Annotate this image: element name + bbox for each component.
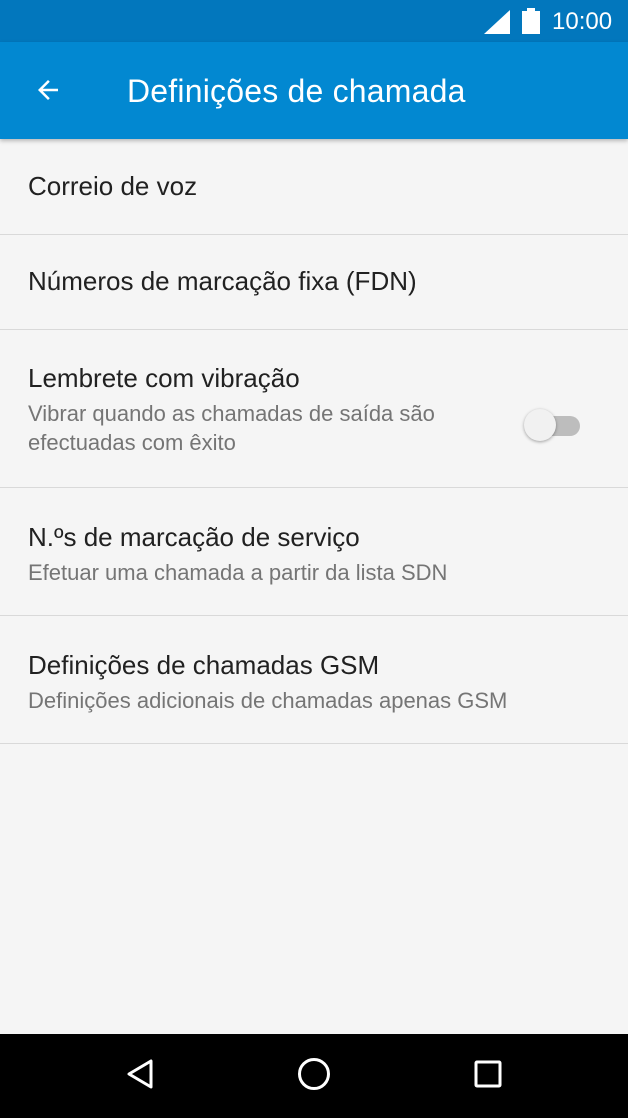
setting-summary: Vibrar quando as chamadas de saída são: [28, 401, 435, 426]
setting-voicemail[interactable]: Correio de voz: [0, 140, 628, 235]
setting-title: Definições de chamadas GSM: [28, 650, 380, 680]
setting-summary: Definições adicionais de chamadas apenas…: [28, 688, 508, 713]
status-bar: 10:00: [0, 0, 628, 42]
setting-summary: Efetuar uma chamada a partir da lista SD…: [28, 560, 448, 585]
navigation-bar: [0, 1034, 628, 1118]
recents-square-icon: [473, 1059, 503, 1094]
app-bar: Definições de chamada: [0, 42, 628, 139]
setting-gsm-call-settings[interactable]: Definições de chamadas GSM Definições ad…: [0, 616, 628, 744]
nav-home-button[interactable]: [292, 1054, 336, 1098]
setting-vibration-reminder[interactable]: Lembrete com vibração Vibrar quando as c…: [0, 330, 628, 488]
arrow-back-icon: [33, 75, 63, 110]
back-button[interactable]: [26, 70, 70, 114]
status-time: 10:00: [552, 8, 613, 35]
setting-service-dialing-numbers[interactable]: N.ºs de marcação de serviço Efetuar uma …: [0, 488, 628, 616]
nav-back-button[interactable]: [118, 1054, 162, 1098]
setting-title: Números de marcação fixa (FDN): [28, 266, 417, 296]
battery-icon: [522, 8, 540, 39]
page-title: Definições de chamada: [127, 73, 466, 109]
signal-icon: [484, 10, 510, 39]
setting-title: N.ºs de marcação de serviço: [28, 522, 360, 552]
vibration-reminder-toggle[interactable]: [524, 408, 584, 442]
setting-title: Lembrete com vibração: [28, 363, 300, 393]
nav-recents-button[interactable]: [466, 1054, 510, 1098]
setting-summary: efectuadas com êxito: [28, 430, 236, 455]
home-circle-icon: [296, 1056, 332, 1097]
back-triangle-icon: [125, 1058, 155, 1095]
setting-title: Correio de voz: [28, 171, 198, 201]
toggle-thumb: [524, 409, 556, 441]
setting-fixed-dialing-numbers[interactable]: Números de marcação fixa (FDN): [0, 235, 628, 330]
settings-list: Correio de voz Números de marcação fixa …: [0, 140, 628, 744]
